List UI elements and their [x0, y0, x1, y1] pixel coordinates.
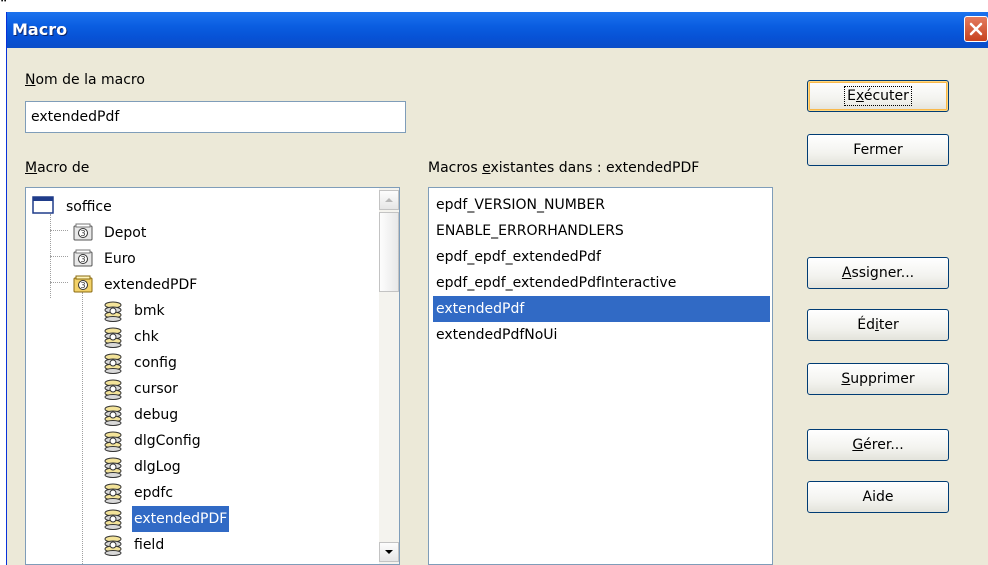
svg-text:3: 3: [80, 255, 85, 264]
manage-button[interactable]: Gérer...: [807, 429, 949, 461]
assign-button[interactable]: Assigner...: [807, 257, 949, 289]
close-icon: [969, 22, 983, 36]
tree-item[interactable]: debug: [102, 402, 362, 428]
tree-item-label: extendedPDF: [104, 277, 198, 293]
edit-button[interactable]: Éditer: [807, 309, 949, 341]
existing-macros-list[interactable]: epdf_VERSION_NUMBER ENABLE_ERRORHANDLERS e…: [428, 187, 773, 565]
arrow-up-icon: [385, 198, 393, 202]
scroll-thumb[interactable]: [379, 212, 399, 292]
tree-item[interactable]: config: [102, 350, 362, 376]
macro-name-label: Nom de la macro: [25, 72, 145, 88]
tree-item[interactable]: 3 Euro: [72, 246, 332, 272]
help-button[interactable]: Aide: [807, 481, 949, 513]
macro-list-item[interactable]: extendedPdf: [433, 296, 770, 322]
close-button[interactable]: [964, 16, 988, 42]
window-icon: [32, 196, 54, 223]
dialog-title: Macro: [12, 20, 68, 39]
tree-item-label: cursor: [134, 381, 178, 397]
tree-scrollbar[interactable]: [379, 188, 399, 564]
tree-item[interactable]: 3 extendedPDF: [72, 272, 332, 298]
tree-item-label: epdfc: [134, 485, 174, 501]
close-dialog-button[interactable]: Fermer: [807, 134, 949, 166]
tree-item[interactable]: soffice: [32, 194, 292, 220]
macro-list-item[interactable]: epdf_epdf_extendedPdf: [433, 244, 770, 270]
existing-macros-label: Macros existantes dans : extendedPDF: [428, 160, 700, 176]
tree-item-label: bmk: [134, 303, 165, 319]
tree-item-label: debug: [134, 407, 179, 423]
macro-list-item[interactable]: extendedPdfNoUi: [433, 322, 770, 348]
tree-item-label: Depot: [104, 225, 147, 241]
arrow-down-icon: [385, 550, 393, 554]
tree-item-label: Euro: [104, 251, 136, 267]
tree-item-label: soffice: [66, 199, 112, 215]
tree-item-label: extendedPDF: [132, 506, 230, 532]
module-icon: [102, 534, 124, 564]
tree-item[interactable]: bmk: [102, 298, 362, 324]
tree-item-label: field: [134, 537, 165, 553]
tree-line: [50, 256, 68, 257]
macro-dialog: Macro Nom de la macro Macro de soffice 3 D…: [6, 12, 988, 565]
macro-list-item[interactable]: epdf_epdf_extendedPdfInteractive: [433, 270, 770, 296]
tree-item[interactable]: 3 Depot: [72, 220, 332, 246]
tree-item[interactable]: chk: [102, 324, 362, 350]
tree-item-label: config: [134, 355, 177, 371]
macro-from-label: Macro de: [25, 160, 90, 176]
scroll-down-button[interactable]: [379, 542, 399, 562]
library-tree[interactable]: soffice 3 Depot 3 Euro 3 extendedPDF bmk chk conf…: [25, 187, 400, 565]
macro-list-item[interactable]: ENABLE_ERRORHANDLERS: [433, 218, 770, 244]
tree-item[interactable]: extendedPDF: [102, 506, 362, 532]
tree-line: [82, 292, 83, 564]
library-open-icon: 3: [72, 274, 94, 303]
svg-text:3: 3: [80, 229, 85, 238]
tree-item[interactable]: dlgConfig: [102, 428, 362, 454]
scroll-up-button[interactable]: [379, 190, 399, 210]
tree-line: [50, 282, 68, 283]
tree-item-label: dlgLog: [134, 459, 181, 475]
tree-item[interactable]: field: [102, 532, 362, 558]
macro-name-input[interactable]: [25, 101, 406, 133]
tree-item[interactable]: epdfc: [102, 480, 362, 506]
tree-item[interactable]: cursor: [102, 376, 362, 402]
tree-line: [50, 230, 68, 231]
delete-button[interactable]: Supprimer: [807, 363, 949, 395]
tree-item[interactable]: dlgLog: [102, 454, 362, 480]
execute-button[interactable]: Exécuter: [807, 80, 949, 112]
svg-text:3: 3: [80, 281, 85, 290]
title-bar[interactable]: Macro: [7, 12, 988, 48]
cropped-glyph: ": [0, 0, 8, 10]
macro-list-item[interactable]: epdf_VERSION_NUMBER: [433, 192, 770, 218]
tree-item-label: chk: [134, 329, 159, 345]
tree-item-label: dlgConfig: [134, 433, 201, 449]
